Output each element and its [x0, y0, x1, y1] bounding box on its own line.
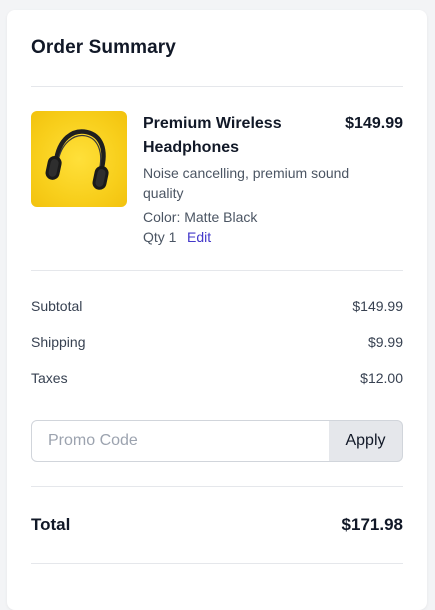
promo-code-input[interactable]: [31, 420, 330, 462]
product-description: Noise cancelling, premium sound quality: [143, 165, 350, 201]
total-label: Total: [31, 515, 71, 534]
divider: [31, 486, 403, 487]
subtotal-label: Subtotal: [31, 298, 83, 314]
order-summary-card: Order Summary Premium Wireless Headphone…: [7, 10, 427, 610]
shipping-label: Shipping: [31, 334, 86, 350]
taxes-value: $12.00: [360, 370, 403, 386]
product-name: Premium Wireless Headphones: [143, 115, 282, 156]
edit-item-link[interactable]: Edit: [187, 227, 211, 247]
taxes-label: Taxes: [31, 370, 68, 386]
divider: [31, 563, 403, 564]
apply-promo-button[interactable]: Apply: [329, 420, 403, 462]
headphones-icon: [45, 129, 109, 190]
divider: [31, 86, 403, 87]
subtotal-value: $149.99: [352, 298, 403, 314]
product-quantity: Qty 1: [143, 229, 177, 245]
product-image: [31, 111, 127, 207]
product-color: Color: Matte Black: [143, 209, 258, 225]
shipping-value: $9.99: [367, 334, 403, 350]
order-summary-title: Order Summary: [31, 37, 176, 58]
divider: [31, 270, 403, 271]
product-price: $149.99: [345, 115, 403, 132]
total-value: $171.98: [341, 515, 403, 534]
